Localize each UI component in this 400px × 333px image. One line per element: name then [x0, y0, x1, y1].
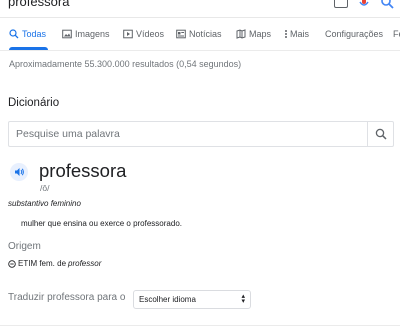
tab-label: Todas — [22, 29, 47, 39]
select-arrows-icon: ▴ ▾ — [241, 293, 245, 305]
search-bar[interactable]: professora — [0, 0, 400, 18]
tab-imagens[interactable]: Imagens — [62, 26, 110, 50]
tab-configuracoes[interactable]: Configurações — [325, 26, 383, 50]
language-select[interactable]: Escolher idioma ▴ ▾ — [133, 290, 251, 309]
tab-todas[interactable]: Todas — [9, 26, 49, 50]
results-stats: Aproximadamente 55.300.000 resultados (0… — [9, 59, 242, 69]
search-icon — [9, 29, 19, 39]
tab-ferramentas[interactable]: Fe — [393, 26, 400, 50]
origin-prefix: ETIM fem. de — [18, 259, 67, 268]
dictionary-title: Dicionário — [8, 97, 60, 109]
dictionary-search-input[interactable] — [9, 122, 369, 146]
search-icon — [375, 128, 387, 140]
speaker-icon — [14, 168, 24, 176]
tab-label: Maps — [249, 29, 272, 39]
image-icon — [62, 29, 72, 39]
part-of-speech: substantivo feminino — [8, 199, 81, 208]
expand-circle-icon[interactable] — [8, 259, 16, 268]
tab-maps[interactable]: Maps — [236, 26, 271, 50]
tab-label: Configurações — [325, 29, 384, 39]
origin-title[interactable]: Origem — [8, 241, 41, 252]
microphone-icon[interactable] — [357, 0, 371, 8]
origin-line: ETIM fem. de professor — [8, 259, 101, 268]
tab-label: Mais — [290, 29, 310, 39]
search-tabs: Todas Imagens Vídeos Notícias Maps Mais … — [0, 26, 400, 50]
search-query[interactable]: professora — [8, 0, 69, 9]
search-submit-icon[interactable] — [380, 0, 394, 9]
more-vertical-icon — [285, 30, 287, 38]
map-icon — [236, 29, 246, 39]
news-icon — [176, 29, 186, 39]
headword: professora — [39, 160, 127, 181]
origin-word: professor — [68, 259, 102, 268]
tab-videos[interactable]: Vídeos — [123, 26, 164, 50]
bottom-divider — [0, 325, 400, 326]
tab-label: Notícias — [189, 29, 222, 39]
tab-label: Imagens — [75, 29, 110, 39]
play-icon — [123, 29, 133, 39]
definition: mulher que ensina ou exerce o professora… — [21, 219, 182, 228]
phonetic: /ô/ — [40, 183, 50, 193]
tab-mais[interactable]: Mais — [284, 26, 309, 50]
tab-label: Vídeos — [136, 29, 165, 39]
keyboard-icon[interactable] — [334, 0, 348, 8]
language-select-value: Escolher idioma — [139, 295, 196, 304]
dictionary-search-button[interactable] — [367, 122, 393, 146]
tab-noticias[interactable]: Notícias — [176, 26, 222, 50]
dictionary-search-box — [8, 121, 394, 147]
translate-label: Traduzir professora para o — [8, 292, 126, 303]
pronunciation-button[interactable] — [10, 163, 28, 181]
tab-label: Fe — [393, 29, 400, 39]
tab-divider — [0, 50, 400, 51]
